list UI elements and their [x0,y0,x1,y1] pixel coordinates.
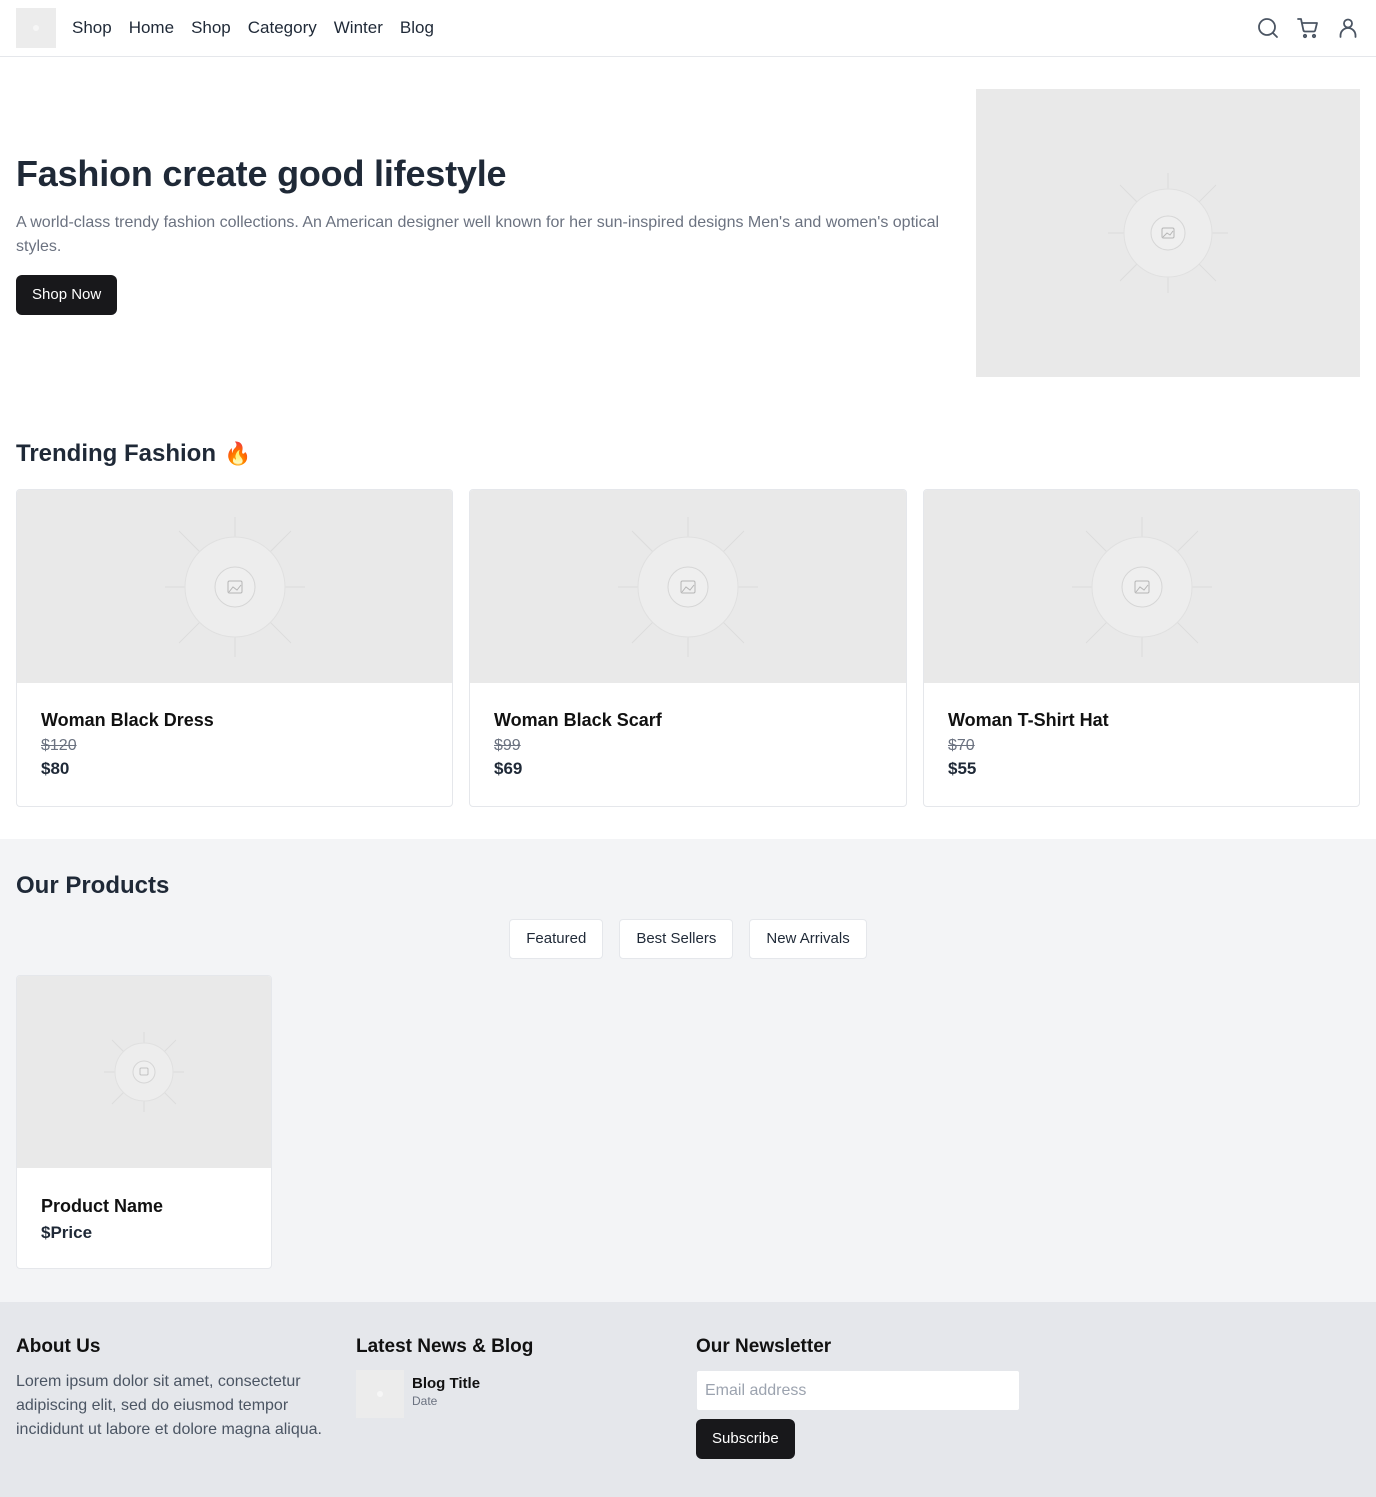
site-footer: About Us Lorem ipsum dolor sit amet, con… [0,1302,1376,1497]
hero-image [976,89,1360,377]
search-icon[interactable] [1256,16,1280,40]
products-title: Our Products [16,872,170,899]
image-placeholder-icon [1071,516,1212,657]
tab-best-sellers[interactable]: Best Sellers [619,919,734,959]
product-image [17,976,271,1168]
image-placeholder-icon [164,516,305,657]
blog-item[interactable]: Blog Title Date [356,1370,533,1418]
user-icon[interactable] [1336,16,1360,40]
logo[interactable] [16,8,56,48]
nav-item-blog[interactable]: Blog [400,18,434,38]
trending-card[interactable]: Woman Black Scarf $99 $69 [469,489,907,807]
product-price: $55 [948,759,977,778]
product-old-price: $99 [494,737,521,754]
blog-thumbnail [356,1370,404,1418]
product-tabs: Featured Best Sellers New Arrivals [0,919,1376,959]
trending-card[interactable]: Woman T-Shirt Hat $70 $55 [923,489,1360,807]
about-text: Lorem ipsum dolor sit amet, consectetur … [16,1373,322,1438]
image-placeholder-icon [618,516,758,657]
hero-section: Fashion create good lifestyle A world-cl… [0,57,1376,409]
product-name: Product Name [41,1196,164,1216]
card-body: Product Name $Price [17,1168,271,1243]
blog-section-title: Latest News & Blog [356,1336,534,1357]
hero-text: Fashion create good lifestyle A world-cl… [16,153,961,315]
hero-description: A world-class trendy fashion collections… [16,214,940,255]
trending-title-text: Trending Fashion [16,440,217,467]
tab-new-arrivals[interactable]: New Arrivals [749,919,867,959]
product-card[interactable]: Product Name $Price [16,975,272,1269]
product-name: Woman Black Scarf [494,710,662,730]
product-old-price: $70 [948,737,975,754]
trending-card[interactable]: Woman Black Dress $120 $80 [16,489,453,807]
about-title: About Us [16,1336,101,1357]
image-placeholder-icon [104,1032,184,1112]
card-body: Woman Black Scarf $99 $69 [470,683,906,779]
subscribe-button[interactable]: Subscribe [696,1419,795,1459]
fire-icon: 🔥 [224,441,252,466]
hero-title: Fashion create good lifestyle [16,153,507,194]
card-body: Woman Black Dress $120 $80 [17,683,452,779]
product-price: $69 [494,759,523,778]
blog-meta: Blog Title Date [412,1370,480,1418]
footer-blog: Latest News & Blog Blog Title Date [356,1336,533,1418]
product-image [924,490,1359,683]
nav-item-winter[interactable]: Winter [334,18,383,38]
image-placeholder-icon [1108,173,1228,293]
image-placeholder-icon [377,1391,383,1397]
site-header: Shop Home Shop Category Winter Blog [0,0,1376,57]
nav-item-home[interactable]: Home [129,18,174,38]
product-image [470,490,906,683]
email-field[interactable] [696,1370,1020,1411]
nav-item-category[interactable]: Category [248,18,317,38]
newsletter-title: Our Newsletter [696,1336,832,1357]
nav-item-shop[interactable]: Shop [72,18,112,38]
product-name: Woman T-Shirt Hat [948,710,1109,730]
products-section: Our Products Featured Best Sellers New A… [0,839,1376,1302]
shop-now-button[interactable]: Shop Now [16,275,118,315]
main-nav: Shop Home Shop Category Winter Blog [72,18,451,38]
product-price: $80 [41,759,70,778]
footer-about: About Us Lorem ipsum dolor sit amet, con… [16,1336,336,1442]
tab-featured[interactable]: Featured [509,919,604,959]
cart-icon[interactable] [1296,16,1320,40]
blog-date: Date [412,1394,438,1408]
trending-title: Trending Fashion 🔥 [16,440,251,468]
product-image [17,490,452,683]
image-placeholder-icon [33,25,39,31]
product-price: $Price [41,1223,93,1242]
nav-item-shop-2[interactable]: Shop [191,18,231,38]
product-old-price: $120 [41,737,77,754]
footer-newsletter: Our Newsletter Subscribe [696,1336,1020,1459]
card-body: Woman T-Shirt Hat $70 $55 [924,683,1359,779]
product-name: Woman Black Dress [41,710,214,730]
blog-title: Blog Title [412,1375,481,1392]
header-actions [1240,16,1360,40]
